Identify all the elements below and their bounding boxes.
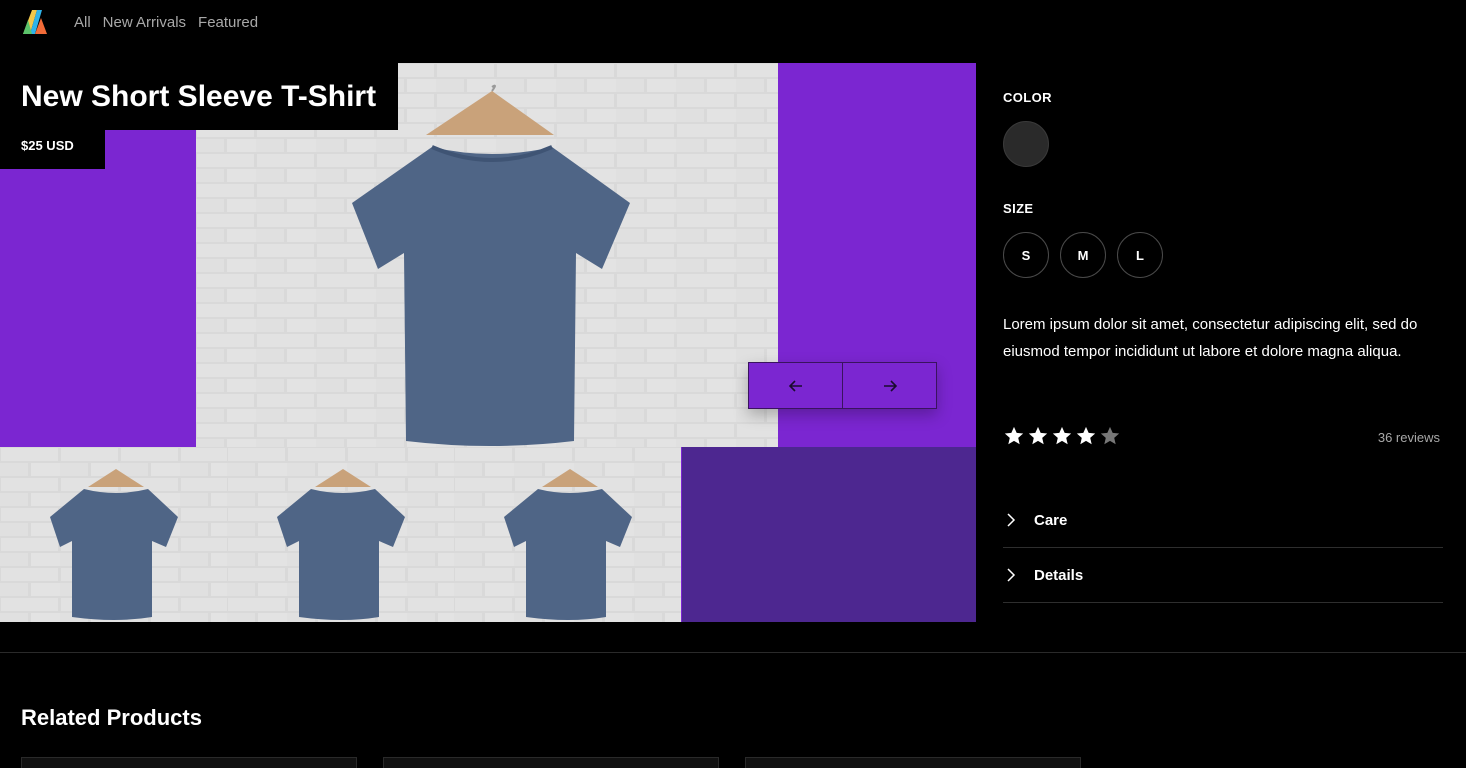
star-filled-icon xyxy=(1028,426,1048,445)
star-rating xyxy=(1003,425,1121,447)
size-option-l[interactable]: L xyxy=(1117,232,1163,278)
chevron-right-icon xyxy=(1007,568,1016,582)
accent-panel-bottom xyxy=(682,447,976,622)
review-count[interactable]: 36 reviews xyxy=(1378,430,1440,445)
size-option-m[interactable]: M xyxy=(1060,232,1106,278)
size-option-s[interactable]: S xyxy=(1003,232,1049,278)
product-description: Lorem ipsum dolor sit amet, consectetur … xyxy=(1003,316,1418,360)
gallery-arrows xyxy=(748,362,937,409)
tshirt-thumbnail-icon xyxy=(454,447,681,622)
star-filled-icon xyxy=(1052,426,1072,445)
related-products-heading: Related Products xyxy=(21,705,202,730)
next-image-button[interactable] xyxy=(843,363,936,408)
nav-link-new-arrivals[interactable]: New Arrivals xyxy=(103,14,186,31)
product-page: All New Arrivals Featured New Short Slee… xyxy=(0,0,1466,768)
size-label: SIZE xyxy=(1003,201,1034,216)
color-label: COLOR xyxy=(1003,90,1052,105)
tshirt-thumbnail-icon xyxy=(227,447,454,622)
product-gallery xyxy=(0,63,976,622)
thumbnail-strip xyxy=(0,447,682,622)
nav-link-all[interactable]: All xyxy=(74,14,91,31)
related-product-card[interactable] xyxy=(383,757,719,768)
related-product-card[interactable] xyxy=(21,757,357,768)
accordion-care[interactable]: Care xyxy=(1003,493,1443,548)
product-title: New Short Sleeve T-Shirt xyxy=(21,80,377,113)
nav-link-featured[interactable]: Featured xyxy=(198,14,258,31)
product-rating: 36 reviews xyxy=(1003,425,1440,449)
thumbnail-3[interactable] xyxy=(454,447,681,622)
product-price: $25 USD xyxy=(21,138,74,153)
tshirt-thumbnail-icon xyxy=(0,447,227,622)
arrow-left-icon xyxy=(788,379,802,392)
thumbnail-1[interactable] xyxy=(0,447,227,622)
size-selector: S M L xyxy=(1003,232,1163,278)
related-product-card[interactable] xyxy=(745,757,1081,768)
previous-image-button[interactable] xyxy=(749,363,843,408)
star-empty-icon xyxy=(1100,426,1120,445)
color-swatch-charcoal[interactable] xyxy=(1003,121,1049,167)
arrow-right-icon xyxy=(883,379,897,392)
price-tag: $25 USD xyxy=(0,130,105,169)
top-navigation: All New Arrivals Featured xyxy=(0,0,1466,46)
chevron-right-icon xyxy=(1007,513,1016,527)
thumbnail-2[interactable] xyxy=(227,447,454,622)
accordion-details[interactable]: Details xyxy=(1003,548,1443,603)
section-divider xyxy=(0,652,1466,653)
star-filled-icon xyxy=(1076,426,1096,445)
product-title-box: New Short Sleeve T-Shirt xyxy=(0,63,399,130)
main-nav: All New Arrivals Featured xyxy=(74,14,258,31)
accordion-care-label: Care xyxy=(1034,511,1068,529)
store-logo-icon[interactable] xyxy=(21,8,49,36)
accordion-details-label: Details xyxy=(1034,566,1084,584)
star-filled-icon xyxy=(1004,426,1024,445)
